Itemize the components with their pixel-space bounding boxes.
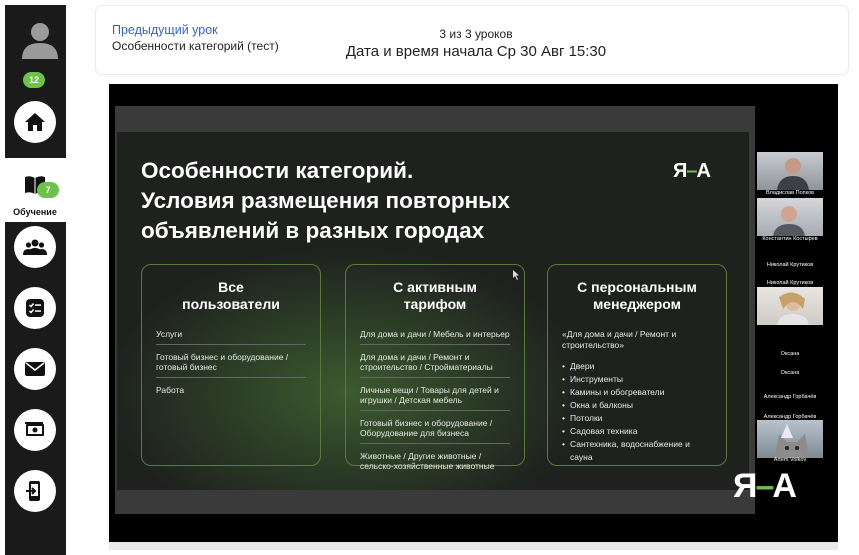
list-item: Услуги bbox=[156, 329, 306, 345]
user-avatar-icon[interactable] bbox=[18, 17, 62, 61]
group-icon bbox=[23, 239, 47, 255]
participant-name: Константин Костырев bbox=[762, 236, 818, 242]
left-sidebar: 12 7 Обучение bbox=[0, 0, 70, 555]
home-button[interactable] bbox=[14, 101, 56, 143]
video-player[interactable]: Особенности категорий. Условия размещени… bbox=[109, 84, 838, 542]
ya-watermark-logo: Я–А bbox=[733, 467, 797, 505]
list-item: Потолки bbox=[562, 412, 712, 425]
card-all-users: Все пользователи Услуги Готовый бизнес и … bbox=[141, 264, 321, 466]
logout-button[interactable] bbox=[14, 470, 56, 512]
payments-button[interactable] bbox=[14, 409, 56, 451]
list-item: Двери bbox=[562, 360, 712, 373]
presentation-slide: Особенности категорий. Условия размещени… bbox=[117, 132, 749, 490]
list-item: Готовый бизнес и оборудование / готовый … bbox=[156, 352, 306, 378]
lesson-counter: 3 из 3 уроков bbox=[439, 27, 513, 41]
participant-face-icon bbox=[777, 158, 809, 190]
participant-name: Николай Крутиков bbox=[766, 262, 814, 268]
list-item: Инструменты bbox=[562, 373, 712, 386]
messages-button[interactable] bbox=[14, 348, 56, 390]
participant-video[interactable] bbox=[757, 287, 823, 325]
money-icon bbox=[25, 422, 44, 436]
participant-name: Оксана bbox=[780, 351, 800, 357]
learning-label[interactable]: Обучение bbox=[0, 207, 70, 217]
list-item: Готовый бизнес и оборудование / Оборудов… bbox=[360, 418, 510, 444]
list-item: Для дома и дачи / Ремонт и строительство… bbox=[360, 352, 510, 378]
notifications-badge: 12 bbox=[23, 72, 46, 88]
lesson-header: Предыдущий урок Особенности категорий (т… bbox=[96, 6, 848, 74]
list-item: Работа bbox=[156, 384, 185, 395]
participant-name: Владислав Попков bbox=[765, 190, 815, 196]
list-item: Животные / Другие животные / сельско-хоз… bbox=[360, 450, 495, 472]
ya-logo: Я–А bbox=[673, 160, 711, 182]
participant-video[interactable] bbox=[757, 198, 823, 236]
lesson-start-time: Дата и время начала Ср 30 Авг 15:30 bbox=[345, 43, 607, 60]
video-controls-bar[interactable] bbox=[109, 542, 838, 550]
participant-face-icon bbox=[777, 292, 809, 325]
category-quote: «Для дома и дачи / Ремонт и строительств… bbox=[562, 329, 677, 350]
list-item: Для дома и дачи / Мебель и интерьер bbox=[360, 329, 510, 345]
participant-video[interactable] bbox=[757, 152, 823, 190]
list-item: Сантехника, водоснабжение и сауна bbox=[562, 438, 712, 464]
tasks-button[interactable] bbox=[14, 287, 56, 329]
checklist-icon bbox=[26, 299, 44, 317]
list-item: Камины и обогреватели bbox=[562, 386, 712, 399]
screen-share-frame: Особенности категорий. Условия размещени… bbox=[115, 106, 755, 514]
card-personal-manager: С персональным менеджером «Для дома и дач… bbox=[547, 264, 727, 466]
card-active-tariff: С активным тарифом Для дома и дачи / Мебе… bbox=[345, 264, 525, 471]
home-icon bbox=[25, 113, 45, 131]
mail-icon bbox=[25, 362, 45, 376]
participants-column: Владислав Попков Константин Костырев Ник… bbox=[757, 152, 825, 502]
cat-avatar-icon bbox=[775, 424, 809, 458]
participant-face-icon bbox=[773, 206, 805, 236]
participant-name: Николай Крутиков bbox=[766, 280, 814, 286]
participant-name: Александр Горбачёв bbox=[763, 394, 817, 400]
list-item: Окна и балконы bbox=[562, 399, 712, 412]
slide-title: Особенности категорий. Условия размещени… bbox=[141, 158, 510, 243]
groups-button[interactable] bbox=[14, 226, 56, 268]
list-item: Садовая техника bbox=[562, 425, 712, 438]
participant-name: Artem Volkov bbox=[773, 457, 807, 463]
phone-exit-icon bbox=[26, 481, 40, 501]
lesson-title: Особенности категорий (тест) bbox=[112, 39, 279, 53]
previous-lesson-link[interactable]: Предыдущий урок bbox=[112, 23, 218, 37]
participant-name: Оксана bbox=[780, 370, 800, 376]
list-item: Личные вещи / Товары для детей и игрушки… bbox=[360, 385, 510, 411]
learning-badge: 7 bbox=[37, 182, 59, 198]
participant-video[interactable] bbox=[757, 420, 823, 458]
